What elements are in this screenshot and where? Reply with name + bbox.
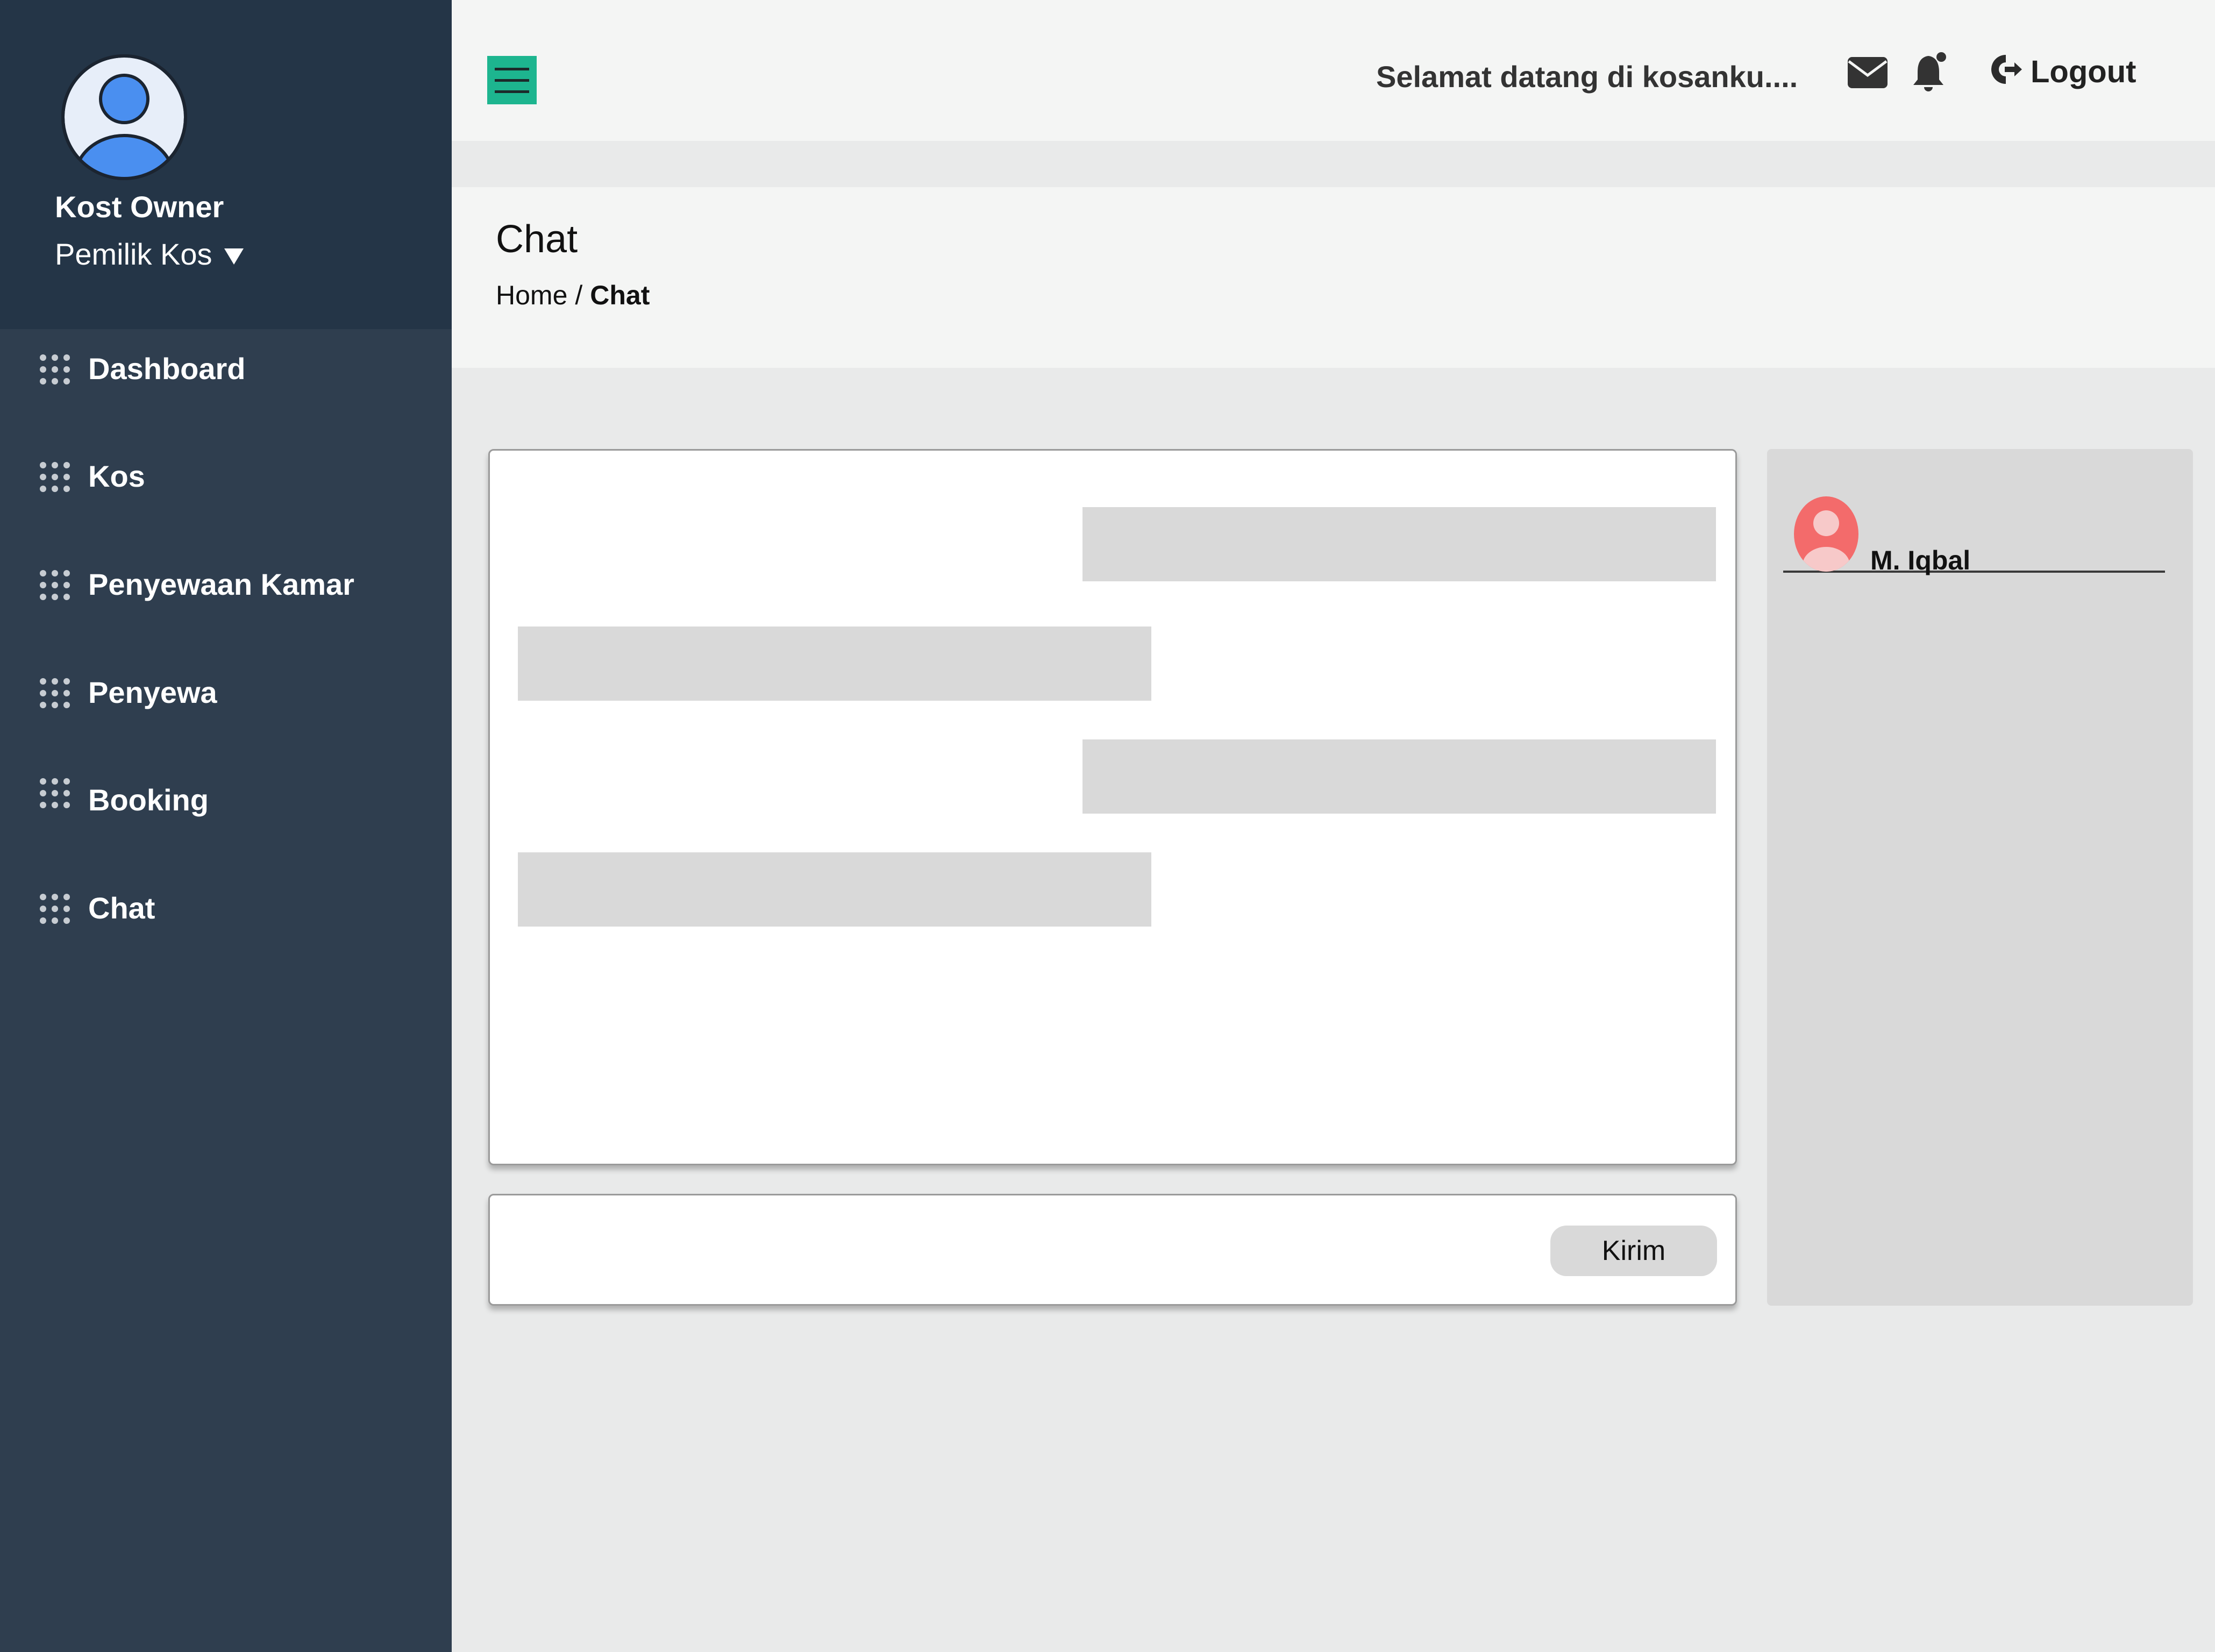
sidebar-profile: Kost Owner Pemilik Kos (0, 0, 452, 329)
breadcrumb-current: Chat (590, 280, 650, 310)
menu-icon[interactable] (487, 56, 537, 104)
contact-item[interactable]: M. Iqbal (1783, 476, 2165, 575)
contacts-panel: M. Iqbal (1767, 449, 2193, 1306)
sidebar-item-label: Penyewa (88, 675, 217, 709)
grid-dots-icon (39, 353, 71, 386)
sidebar-item-label: Kos (88, 459, 145, 493)
grid-dots-icon (39, 569, 71, 601)
message-bubble-outgoing (1082, 739, 1716, 814)
top-bar: Selamat datang di kosanku.... Logout (452, 0, 2215, 141)
send-button[interactable]: Kirim (1550, 1226, 1717, 1276)
breadcrumb: Home / Chat (496, 280, 650, 311)
grid-dots-icon (39, 893, 71, 925)
grid-dots-icon (39, 461, 71, 493)
message-bubble-incoming (518, 626, 1151, 701)
profile-role-dropdown[interactable]: Pemilik Kos (55, 237, 244, 272)
page-header: Chat Home / Chat (452, 187, 2215, 368)
chat-messages-panel[interactable] (488, 449, 1737, 1165)
message-bubble-incoming (518, 852, 1151, 927)
welcome-text: Selamat datang di kosanku.... (1376, 60, 1798, 94)
sidebar-item-label: Booking (88, 783, 209, 817)
logout-label: Logout (2031, 54, 2136, 89)
sidebar-item-label: Penyewaan Kamar (88, 567, 354, 601)
grid-dots-icon (39, 777, 71, 809)
logout-icon (1990, 52, 2025, 90)
bell-icon[interactable] (1910, 51, 1953, 94)
breadcrumb-home-link[interactable]: Home (496, 280, 567, 310)
sidebar-item-penyewaan-kamar[interactable]: Penyewaan Kamar (0, 545, 452, 625)
profile-name: Kost Owner (55, 190, 224, 224)
sidebar-item-penyewa[interactable]: Penyewa (0, 653, 452, 734)
sidebar-item-chat[interactable]: Chat (0, 868, 452, 949)
breadcrumb-separator: / (575, 280, 583, 310)
sidebar-item-label: Chat (88, 891, 155, 925)
user-avatar-icon (1793, 495, 1860, 573)
caret-down-icon (224, 248, 244, 265)
user-avatar-icon[interactable] (61, 54, 188, 181)
message-composer: Kirim (488, 1194, 1737, 1306)
page-title: Chat (496, 218, 578, 261)
sidebar-item-dashboard[interactable]: Dashboard (0, 329, 452, 410)
grid-dots-icon (39, 677, 71, 709)
profile-role-label: Pemilik Kos (55, 237, 212, 271)
mail-icon[interactable] (1847, 56, 1889, 90)
sidebar-item-booking[interactable]: Booking (0, 760, 452, 841)
sidebar-item-kos[interactable]: Kos (0, 437, 452, 517)
message-input[interactable] (506, 1217, 1487, 1283)
sidebar-item-label: Dashboard (88, 352, 246, 386)
contact-name: M. Iqbal (1870, 545, 1971, 575)
sidebar: Kost Owner Pemilik Kos Dashboard Kos Pen… (0, 0, 452, 1652)
message-bubble-outgoing (1082, 507, 1716, 581)
